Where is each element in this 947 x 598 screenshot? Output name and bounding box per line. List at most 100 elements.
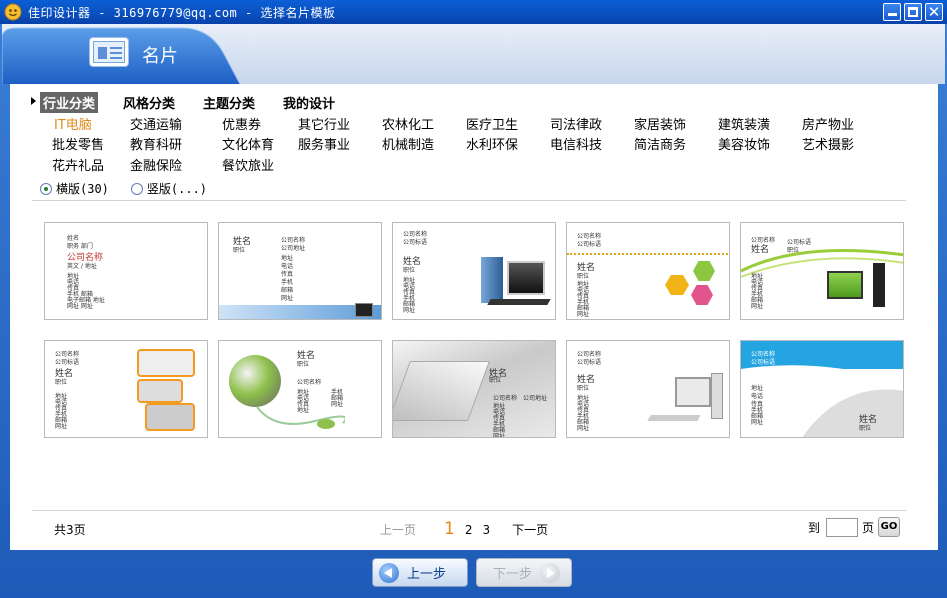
pagination: 上一页 1 2 3 下一页: [380, 519, 548, 539]
category-item[interactable]: 司法律政: [550, 114, 602, 133]
landscape-option[interactable]: 横版(30): [40, 180, 109, 197]
category-item[interactable]: 建筑装潢: [718, 114, 770, 133]
category-item[interactable]: 教育科研: [130, 134, 182, 153]
category-item[interactable]: 批发零售: [52, 134, 104, 153]
category-item[interactable]: 金融保险: [130, 155, 182, 174]
template-text: 职位: [55, 379, 68, 386]
category-item[interactable]: 花卉礼品: [52, 155, 104, 174]
template-text: 公司名称: [751, 351, 776, 358]
category-item[interactable]: 艺术摄影: [802, 134, 854, 153]
category-tabs: 行业分类 风格分类 主题分类 我的设计: [40, 92, 360, 113]
template-text: 地址: [297, 407, 310, 414]
header-tab: 名片: [2, 24, 252, 84]
go-button[interactable]: GO: [878, 517, 900, 537]
category-item[interactable]: 家居装饰: [634, 114, 686, 133]
category-item[interactable]: 美容妆饰: [718, 134, 770, 153]
next-page-link[interactable]: 下一页: [512, 521, 548, 538]
template-text: 公司名称: [577, 233, 602, 240]
category-item[interactable]: 医疗卫生: [466, 114, 518, 133]
page-link-3[interactable]: 3: [482, 523, 490, 537]
template-text: 公司名称: [751, 237, 776, 244]
landscape-radio[interactable]: [40, 182, 52, 195]
category-item[interactable]: 服务事业: [298, 134, 350, 153]
template-text: 职位: [489, 377, 502, 384]
landscape-label: 横版(30): [56, 182, 109, 196]
template-thumbnail[interactable]: 姓名 职位 公司名称 公司地址 地址 电话 传真 手机 邮箱 网址: [218, 222, 382, 320]
next-step-label: 下一步: [493, 567, 533, 582]
divider-bottom: [32, 510, 906, 511]
page-link-2[interactable]: 2: [465, 523, 473, 537]
close-button[interactable]: ✕: [925, 3, 943, 21]
prev-step-button[interactable]: 上一步: [372, 558, 468, 587]
goto-page: 到 页 GO: [808, 517, 900, 537]
template-text: 公司名称: [577, 351, 602, 358]
template-text: 邮箱: [281, 287, 294, 294]
category-item[interactable]: 机械制造: [382, 134, 434, 153]
category-item[interactable]: 优惠券: [222, 114, 261, 133]
category-item[interactable]: 农林化工: [382, 114, 434, 133]
template-text: 网址 网址: [67, 303, 93, 310]
template-thumbnail[interactable]: 公司名称 公司标语 姓名 职位 地址 电话 传真 手机 邮箱 网址: [44, 340, 208, 438]
template-thumbnail[interactable]: 姓名 职位 公司名称 地址 电话 传真 手机 邮箱 网址 地址: [218, 340, 382, 438]
template-text: 职位: [297, 361, 310, 368]
template-text: 姓名: [403, 257, 422, 267]
category-item[interactable]: 房产物业: [802, 114, 854, 133]
portrait-radio[interactable]: [130, 182, 143, 195]
template-thumbnail[interactable]: 公司名称 公司标语 姓名 职位 地址 电话 传真 手机 邮箱 网址: [392, 222, 556, 320]
template-text: 职位: [787, 247, 800, 254]
category-item[interactable]: 其它行业: [298, 114, 350, 133]
template-text: 公司名称: [281, 237, 306, 244]
template-text: 网址: [403, 307, 416, 314]
page-count: 共3页: [54, 523, 86, 537]
template-thumbnail[interactable]: 姓名 职位 公司名称 地址 电话 传真 手机 邮箱 网址 公司地址: [392, 340, 556, 438]
business-card-icon: [90, 38, 128, 66]
template-thumbnail[interactable]: 公司名称 公司标语 姓名 职位 地址 电话 传真 手机 邮箱 网址: [566, 340, 730, 438]
category-item[interactable]: 交通运输: [130, 114, 182, 133]
category-item[interactable]: 文化体育: [222, 134, 274, 153]
template-text: 公司名称: [493, 395, 518, 402]
template-text: 姓名: [577, 263, 596, 273]
category-item[interactable]: 餐饮旅业: [222, 155, 274, 174]
app-logo-icon: [4, 3, 22, 21]
goto-page-input[interactable]: [825, 517, 858, 537]
next-step-button[interactable]: 下一步: [476, 558, 572, 587]
category-item[interactable]: 电信科技: [550, 134, 602, 153]
category-item[interactable]: 简洁商务: [634, 134, 686, 153]
page-link-1[interactable]: 1: [444, 519, 455, 539]
category-item[interactable]: 水利环保: [466, 134, 518, 153]
minimize-icon: [888, 13, 897, 16]
template-text: 传真: [281, 271, 294, 278]
template-thumbnail[interactable]: 姓名 职务 部门 公司名称 英文 / 地址 地址 电话 传真 手机 邮箱 电子邮箱 地址 网址 网…: [44, 222, 208, 320]
category-item[interactable]: IT电脑: [54, 114, 92, 133]
template-text: 姓名: [297, 351, 316, 361]
template-text: 网址: [55, 423, 68, 430]
tab-pointer-icon: [31, 97, 36, 105]
tab-my-designs[interactable]: 我的设计: [280, 92, 338, 113]
template-text: 公司标语: [787, 239, 812, 246]
main-panel: 行业分类 风格分类 主题分类 我的设计 IT电脑 交通运输 优惠券 其它行业 农林化工 医…: [10, 84, 938, 550]
title-bar[interactable]: 佳印设计器 - 316976779@qq.com - 选择名片模板 ✕: [0, 0, 947, 24]
template-thumbnail[interactable]: 公司名称 公司标语 姓名 职位 地址 电话 传真 手机 邮箱 网址: [740, 222, 904, 320]
template-thumbnail[interactable]: 公司名称 公司标语 姓名 职位 地址 电话 传真 手机 邮箱 网址: [566, 222, 730, 320]
template-thumbnail[interactable]: 公司名称 公司标语 地址 电话 传真 手机 邮箱 网址 姓名 职位: [740, 340, 904, 438]
prev-step-label: 上一步: [407, 567, 447, 582]
orientation-options: 横版(30) 竖版(...): [40, 180, 229, 197]
template-text: 公司名称: [297, 379, 322, 386]
back-arrow-icon: [379, 562, 399, 583]
tab-style[interactable]: 风格分类: [120, 92, 178, 113]
template-text: 姓名: [233, 237, 252, 247]
maximize-button[interactable]: [904, 3, 922, 21]
tab-industry[interactable]: 行业分类: [40, 92, 99, 113]
page-unit-label: 页: [861, 520, 874, 535]
template-text: 姓名: [67, 235, 80, 242]
template-text: 网址: [577, 311, 590, 318]
tab-theme[interactable]: 主题分类: [200, 92, 258, 113]
template-text: 公司名称: [67, 253, 104, 263]
template-text: 网址: [493, 433, 506, 438]
portrait-option[interactable]: 竖版(...): [130, 180, 208, 197]
prev-page-link[interactable]: 上一页: [380, 521, 416, 538]
minimize-button[interactable]: [883, 3, 901, 21]
template-text: 公司标语: [577, 241, 602, 248]
portrait-label: 竖版(...): [146, 182, 208, 196]
template-text: 公司地址: [523, 395, 548, 402]
